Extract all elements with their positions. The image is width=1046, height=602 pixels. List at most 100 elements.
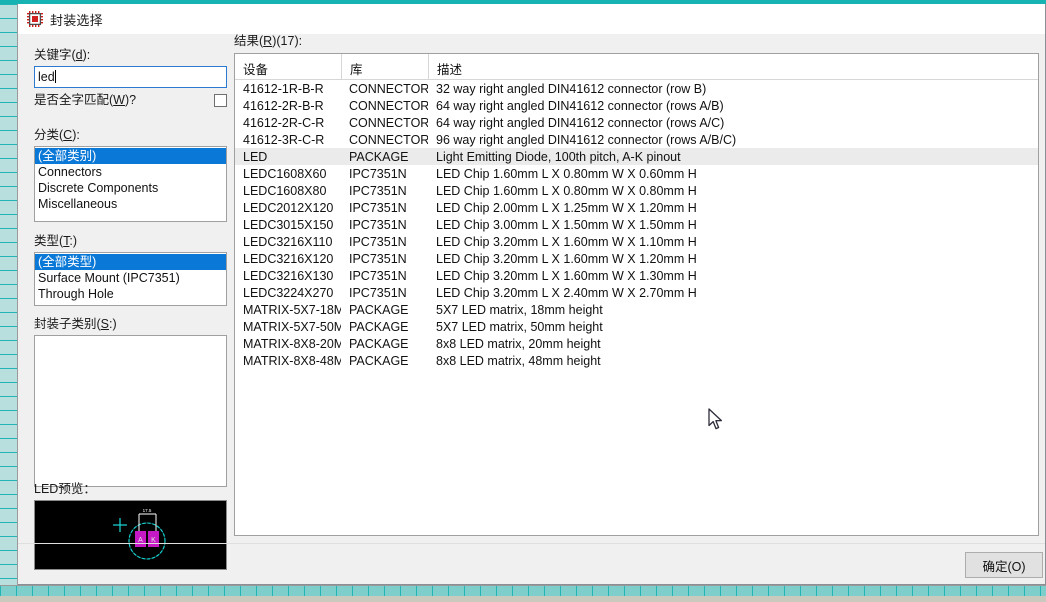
- table-row[interactable]: MATRIX-5X7-50MM PACKAGE 5X7 LED matrix, 50…: [235, 318, 1038, 335]
- cell-description: 8x8 LED matrix, 20mm height: [436, 336, 601, 351]
- type-option-0[interactable]: (全部类型): [35, 254, 226, 270]
- dialog-titlebar: 封装选择: [18, 4, 1045, 34]
- cell-description: LED Chip 3.20mm L X 1.60mm W X 1.30mm H: [436, 268, 697, 283]
- table-row[interactable]: MATRIX-8X8-20MM PACKAGE 8x8 LED matrix, 20…: [235, 335, 1038, 352]
- cell-description: 5X7 LED matrix, 18mm height: [436, 302, 603, 317]
- cell-description: 96 way right angled DIN41612 connector (…: [436, 132, 737, 147]
- cell-library: CONNECTORS: [349, 132, 428, 147]
- results-grid[interactable]: 设备 库 描述 41612-1R-B-R CONNECTORS 32 way rig…: [234, 53, 1039, 536]
- table-row[interactable]: 41612-2R-C-R CONNECTORS 64 way right angle…: [235, 114, 1038, 131]
- cell-library: IPC7351N: [349, 268, 407, 283]
- cell-library: IPC7351N: [349, 285, 407, 300]
- cell-description: LED Chip 3.20mm L X 2.40mm W X 2.70mm H: [436, 285, 697, 300]
- cell-device: MATRIX-5X7-50MM: [243, 319, 341, 334]
- text-caret: [54, 70, 56, 83]
- table-row[interactable]: MATRIX-5X7-18MM PACKAGE 5X7 LED matrix, 18…: [235, 301, 1038, 318]
- type-label: 类型(T:): [34, 234, 78, 248]
- cell-library: IPC7351N: [349, 166, 407, 181]
- cell-device: 41612-2R-B-R: [243, 98, 324, 113]
- led-footprint-drawing: 17.5 A K: [113, 508, 166, 560]
- cell-library: IPC7351N: [349, 234, 407, 249]
- chip-icon: [27, 11, 43, 27]
- results-grid-header: 设备 库 描述: [235, 54, 1038, 80]
- table-row[interactable]: LEDC3216X120 IPC7351N LED Chip 3.20mm L X …: [235, 250, 1038, 267]
- subcategory-label: 封装子类别(S:): [34, 317, 117, 331]
- whole-word-row[interactable]: 是否全字匹配(W)?: [34, 93, 227, 108]
- type-listbox[interactable]: (全部类型) Surface Mount (IPC7351) Through H…: [34, 252, 227, 306]
- table-row[interactable]: LEDC1608X60 IPC7351N LED Chip 1.60mm L X 0…: [235, 165, 1038, 182]
- cell-device: LEDC3216X120: [243, 251, 334, 266]
- category-listbox[interactable]: (全部类别) Connectors Discrete Components Mi…: [34, 146, 227, 222]
- cell-description: LED Chip 2.00mm L X 1.25mm W X 1.20mm H: [436, 200, 697, 215]
- cell-device: LEDC3015X150: [243, 217, 334, 232]
- preview-label: LED预览：: [34, 482, 96, 496]
- cell-device: LEDC3224X270: [243, 285, 334, 300]
- cell-description: LED Chip 3.20mm L X 1.60mm W X 1.20mm H: [436, 251, 697, 266]
- table-row[interactable]: MATRIX-8X8-48MM PACKAGE 8x8 LED matrix, 48…: [235, 352, 1038, 369]
- table-row[interactable]: 41612-1R-B-R CONNECTORS 32 way right angle…: [235, 80, 1038, 97]
- table-row[interactable]: LEDC3015X150 IPC7351N LED Chip 3.00mm L X …: [235, 216, 1038, 233]
- cell-device: MATRIX-8X8-20MM: [243, 336, 341, 351]
- cell-device: 41612-3R-C-R: [243, 132, 325, 147]
- type-option-2[interactable]: Through Hole: [35, 286, 226, 302]
- table-row[interactable]: LEDC1608X80 IPC7351N LED Chip 1.60mm L X 0…: [235, 182, 1038, 199]
- keyword-input-value: led: [38, 70, 55, 84]
- cell-description: LED Chip 3.20mm L X 1.60mm W X 1.10mm H: [436, 234, 697, 249]
- cell-description: LED Chip 1.60mm L X 0.80mm W X 0.60mm H: [436, 166, 697, 181]
- whole-word-label: 是否全字匹配(W)?: [34, 93, 137, 107]
- origin-crosshair-icon: [113, 518, 127, 532]
- column-header-library[interactable]: 库: [341, 54, 428, 79]
- cell-library: IPC7351N: [349, 217, 407, 232]
- cell-description: 8x8 LED matrix, 48mm height: [436, 353, 601, 368]
- whole-word-checkbox[interactable]: [214, 94, 227, 107]
- category-option-1[interactable]: Connectors: [35, 164, 226, 180]
- dimension-text: 17.5: [143, 508, 152, 513]
- column-header-description[interactable]: 描述: [428, 54, 1038, 79]
- package-preview: 17.5 A K: [34, 500, 227, 570]
- editor-ruler-bottom: [0, 585, 1046, 602]
- keyword-label: 关键字(d):: [34, 48, 91, 62]
- table-row[interactable]: 41612-3R-C-R CONNECTORS 96 way right angle…: [235, 131, 1038, 148]
- table-row[interactable]: LEDC3216X130 IPC7351N LED Chip 3.20mm L X …: [235, 267, 1038, 284]
- cell-library: PACKAGE: [349, 336, 409, 351]
- table-row[interactable]: LEDC3224X270 IPC7351N LED Chip 3.20mm L X …: [235, 284, 1038, 301]
- subcategory-listbox[interactable]: [34, 335, 227, 487]
- type-option-1[interactable]: Surface Mount (IPC7351): [35, 270, 226, 286]
- cell-device: LEDC3216X110: [243, 234, 333, 249]
- cell-device: 41612-2R-C-R: [243, 115, 325, 130]
- table-row[interactable]: LEDC2012X120 IPC7351N LED Chip 2.00mm L X …: [235, 199, 1038, 216]
- dialog-body: 关键字(d): led 是否全字匹配(W)? 分类(C): (全部类别) Con…: [18, 34, 1045, 584]
- ok-button[interactable]: 确定(O): [965, 552, 1043, 578]
- column-header-device[interactable]: 设备: [235, 54, 341, 79]
- cell-description: 5X7 LED matrix, 50mm height: [436, 319, 603, 334]
- category-option-0[interactable]: (全部类别): [35, 148, 226, 164]
- dialog-title: 封装选择: [50, 12, 103, 28]
- results-label: 结果(R)(17):: [234, 34, 303, 48]
- results-grid-body: 41612-1R-B-R CONNECTORS 32 way right angle…: [235, 80, 1038, 369]
- table-row[interactable]: LEDC3216X110 IPC7351N LED Chip 3.20mm L X …: [235, 233, 1038, 250]
- cell-description: Light Emitting Diode, 100th pitch, A-K p…: [436, 149, 681, 164]
- cell-library: PACKAGE: [349, 302, 409, 317]
- cell-device: LEDC2012X120: [243, 200, 334, 215]
- screen: 封装选择 关键字(d): led 是否全字匹配(W)? 分类(C): (全部类别…: [0, 0, 1046, 602]
- cell-description: 64 way right angled DIN41612 connector (…: [436, 98, 724, 113]
- cell-device: LEDC1608X60: [243, 166, 327, 181]
- results-panel: 结果(R)(17): 设备 库 描述 41612-1R-B-R CONNECTOR…: [18, 34, 1045, 584]
- cell-device: LEDC1608X80: [243, 183, 327, 198]
- package-selection-dialog: 封装选择 关键字(d): led 是否全字匹配(W)? 分类(C): (全部类别…: [18, 4, 1046, 585]
- cell-library: PACKAGE: [349, 319, 409, 334]
- category-option-2[interactable]: Discrete Components: [35, 180, 226, 196]
- category-option-3[interactable]: Miscellaneous: [35, 196, 226, 212]
- table-row[interactable]: LED PACKAGE Light Emitting Diode, 100th pi…: [235, 148, 1038, 165]
- cell-description: LED Chip 1.60mm L X 0.80mm W X 0.80mm H: [436, 183, 697, 198]
- cell-description: 64 way right angled DIN41612 connector (…: [436, 115, 725, 130]
- cell-description: LED Chip 3.00mm L X 1.50mm W X 1.50mm H: [436, 217, 697, 232]
- cell-device: LED: [243, 149, 268, 164]
- cell-library: CONNECTORS: [349, 81, 428, 96]
- cell-library: IPC7351N: [349, 183, 407, 198]
- cell-description: 32 way right angled DIN41612 connector (…: [436, 81, 707, 96]
- cell-library: CONNECTORS: [349, 115, 428, 130]
- keyword-input[interactable]: led: [34, 66, 227, 88]
- cell-library: CONNECTORS: [349, 98, 428, 113]
- table-row[interactable]: 41612-2R-B-R CONNECTORS 64 way right angle…: [235, 97, 1038, 114]
